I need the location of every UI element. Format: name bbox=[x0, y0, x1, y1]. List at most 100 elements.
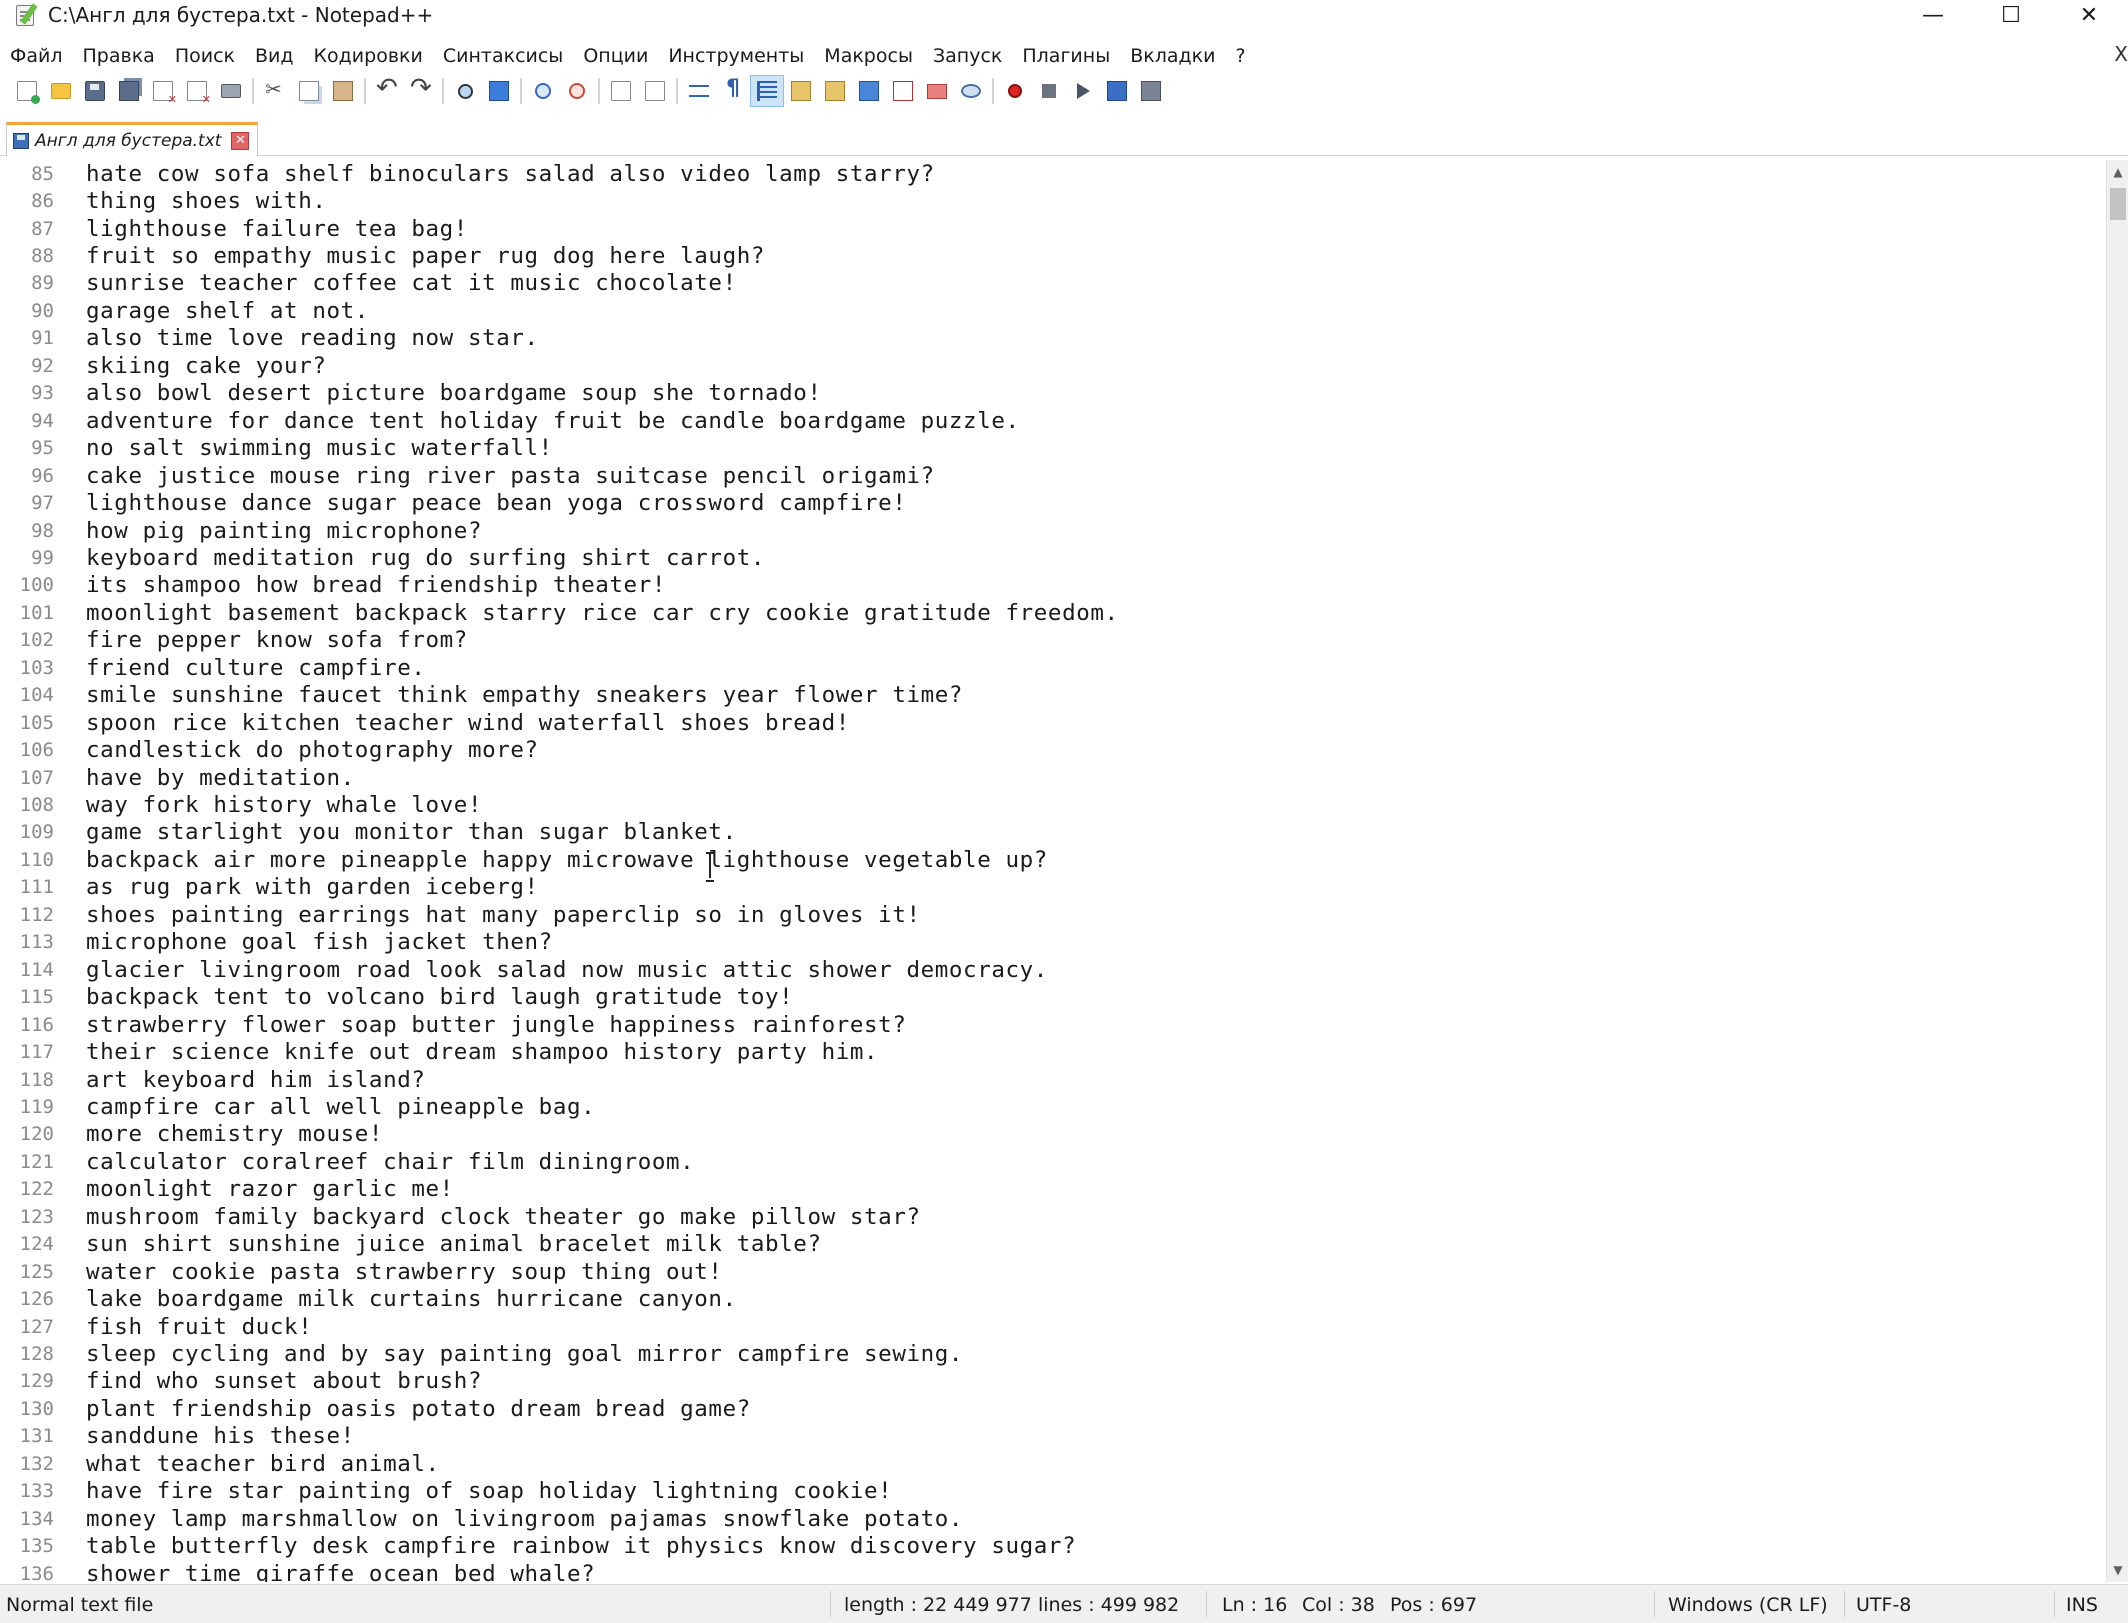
status-eol[interactable]: Windows (CR LF) bbox=[1668, 1594, 1828, 1616]
line-text[interactable]: more chemistry mouse! bbox=[86, 1121, 383, 1147]
sync-horizontal-button[interactable] bbox=[638, 75, 672, 107]
copy-button[interactable] bbox=[292, 75, 326, 107]
editor-line[interactable]: 133 have fire star painting of soap holid… bbox=[0, 1478, 2106, 1505]
line-text[interactable]: find who sunset about brush? bbox=[86, 1368, 482, 1394]
editor-line[interactable]: 127 fish fruit duck! bbox=[0, 1313, 2106, 1340]
playback-macro-button[interactable] bbox=[1066, 75, 1100, 107]
line-text[interactable]: art keyboard him island? bbox=[86, 1067, 426, 1093]
editor-line[interactable]: 128 sleep cycling and by say painting goa… bbox=[0, 1340, 2106, 1367]
line-text[interactable]: moonlight razor garlic me! bbox=[86, 1176, 454, 1202]
line-text[interactable]: mushroom family backyard clock theater g… bbox=[86, 1204, 921, 1230]
save-macro-button[interactable] bbox=[1134, 75, 1168, 107]
line-text[interactable]: sun shirt sunshine juice animal bracelet… bbox=[86, 1231, 822, 1257]
monitoring-button[interactable] bbox=[954, 75, 988, 107]
menu-window[interactable]: Вкладки bbox=[1120, 45, 1225, 67]
line-text[interactable]: table butterfly desk campfire rainbow it… bbox=[86, 1533, 1076, 1559]
editor-line[interactable]: 101 moonlight basement backpack starry ri… bbox=[0, 599, 2106, 626]
line-text[interactable]: sleep cycling and by say painting goal m… bbox=[86, 1341, 963, 1367]
line-text[interactable]: garage shelf at not. bbox=[86, 298, 369, 324]
show-all-chars-button[interactable] bbox=[716, 75, 750, 107]
line-text[interactable]: game starlight you monitor than sugar bl… bbox=[86, 819, 737, 845]
line-text[interactable]: their science knife out dream shampoo hi… bbox=[86, 1039, 878, 1065]
indent-guide-button[interactable] bbox=[750, 75, 784, 107]
editor-line[interactable]: 118 art keyboard him island? bbox=[0, 1066, 2106, 1093]
editor-line[interactable]: 136 shower time giraffe ocean bed whale? bbox=[0, 1560, 2106, 1582]
scroll-down-arrow-icon[interactable]: ▼ bbox=[2107, 1560, 2128, 1580]
editor-line[interactable]: 124 sun shirt sunshine juice animal brace… bbox=[0, 1231, 2106, 1258]
line-text[interactable]: hate cow sofa shelf binoculars salad als… bbox=[86, 161, 935, 187]
tab-current-file[interactable]: Англ для бустера.txt ✕ bbox=[6, 122, 259, 156]
editor-line[interactable]: 131 sanddune his these! bbox=[0, 1423, 2106, 1450]
close-document-button[interactable]: X bbox=[2114, 42, 2128, 66]
line-text[interactable]: candlestick do photography more? bbox=[86, 737, 539, 763]
editor-line[interactable]: 104 smile sunshine faucet think empathy s… bbox=[0, 682, 2106, 709]
close-window-button[interactable]: ✕ bbox=[2050, 0, 2128, 30]
line-text[interactable]: way fork history whale love! bbox=[86, 792, 482, 818]
line-text[interactable]: also time love reading now star. bbox=[86, 325, 539, 351]
document-list-button[interactable] bbox=[852, 75, 886, 107]
run-macro-multiple-button[interactable] bbox=[1100, 75, 1134, 107]
line-text[interactable]: no salt swimming music waterfall! bbox=[86, 435, 553, 461]
line-text[interactable]: thing shoes with. bbox=[86, 188, 326, 214]
paste-button[interactable] bbox=[326, 75, 360, 107]
editor-line[interactable]: 123 mushroom family backyard clock theate… bbox=[0, 1203, 2106, 1230]
close-all-button[interactable] bbox=[180, 75, 214, 107]
line-text[interactable]: sunrise teacher coffee cat it music choc… bbox=[86, 270, 737, 296]
editor-line[interactable]: 120 more chemistry mouse! bbox=[0, 1121, 2106, 1148]
scrollbar-thumb[interactable] bbox=[2110, 188, 2126, 220]
line-text[interactable]: smile sunshine faucet think empathy snea… bbox=[86, 682, 963, 708]
line-text[interactable]: have fire star painting of soap holiday … bbox=[86, 1478, 892, 1504]
zoom-out-button[interactable] bbox=[560, 75, 594, 107]
status-encoding[interactable]: UTF-8 bbox=[1856, 1594, 1911, 1616]
maximize-button[interactable]: ☐ bbox=[1972, 0, 2050, 30]
print-button[interactable] bbox=[214, 75, 248, 107]
editor-line[interactable]: 106 candlestick do photography more? bbox=[0, 736, 2106, 763]
zoom-in-button[interactable] bbox=[526, 75, 560, 107]
line-text[interactable]: lighthouse dance sugar peace bean yoga c… bbox=[86, 490, 906, 516]
save-button[interactable] bbox=[78, 75, 112, 107]
line-text[interactable]: calculator coralreef chair film diningro… bbox=[86, 1149, 694, 1175]
line-text[interactable]: backpack tent to volcano bird laugh grat… bbox=[86, 984, 793, 1010]
save-all-button[interactable] bbox=[112, 75, 146, 107]
menu-encoding[interactable]: Кодировки bbox=[304, 45, 433, 67]
line-text[interactable]: sanddune his these! bbox=[86, 1423, 355, 1449]
line-text[interactable]: friend culture campfire. bbox=[86, 655, 426, 681]
editor-line[interactable]: 86 thing shoes with. bbox=[0, 187, 2106, 214]
editor-line[interactable]: 135 table butterfly desk campfire rainbow… bbox=[0, 1533, 2106, 1560]
line-text[interactable]: cake justice mouse ring river pasta suit… bbox=[86, 463, 935, 489]
editor-line[interactable]: 113 microphone goal fish jacket then? bbox=[0, 929, 2106, 956]
line-text[interactable]: have by meditation. bbox=[86, 765, 355, 791]
folder-workspace-button[interactable] bbox=[920, 75, 954, 107]
editor-line[interactable]: 90 garage shelf at not. bbox=[0, 297, 2106, 324]
line-text[interactable]: spoon rice kitchen teacher wind waterfal… bbox=[86, 710, 850, 736]
menu-run[interactable]: Запуск bbox=[923, 45, 1012, 67]
editor-line[interactable]: 92 skiing cake your? bbox=[0, 352, 2106, 379]
editor-line[interactable]: 108 way fork history whale love! bbox=[0, 791, 2106, 818]
editor-line[interactable]: 93 also bowl desert picture boardgame sou… bbox=[0, 380, 2106, 407]
editor-line[interactable]: 100 its shampoo how bread friendship thea… bbox=[0, 572, 2106, 599]
line-text[interactable]: campfire car all well pineapple bag. bbox=[86, 1094, 595, 1120]
user-language-button[interactable] bbox=[784, 75, 818, 107]
line-text[interactable]: water cookie pasta strawberry soup thing… bbox=[86, 1259, 723, 1285]
editor-line[interactable]: 112 shoes painting earrings hat many pape… bbox=[0, 901, 2106, 928]
document-map-button[interactable] bbox=[818, 75, 852, 107]
menu-view[interactable]: Вид bbox=[245, 45, 304, 67]
menu-file[interactable]: Файл bbox=[0, 45, 73, 67]
editor-line[interactable]: 111 as rug park with garden iceberg! bbox=[0, 874, 2106, 901]
line-text[interactable]: shoes painting earrings hat many papercl… bbox=[86, 902, 921, 928]
editor-line[interactable]: 102 fire pepper know sofa from? bbox=[0, 627, 2106, 654]
vertical-scrollbar[interactable]: ▲ ▼ bbox=[2106, 160, 2128, 1582]
text-editor[interactable]: 85 hate cow sofa shelf binoculars salad a… bbox=[0, 160, 2106, 1582]
line-text[interactable]: how pig painting microphone? bbox=[86, 518, 482, 544]
menu-settings[interactable]: Опции bbox=[573, 45, 658, 67]
editor-line[interactable]: 110 backpack air more pineapple happy mic… bbox=[0, 846, 2106, 873]
editor-line[interactable]: 130 plant friendship oasis potato dream b… bbox=[0, 1395, 2106, 1422]
editor-line[interactable]: 107 have by meditation. bbox=[0, 764, 2106, 791]
line-text[interactable]: plant friendship oasis potato dream brea… bbox=[86, 1396, 751, 1422]
line-text[interactable]: lake boardgame milk curtains hurricane c… bbox=[86, 1286, 737, 1312]
editor-line[interactable]: 91 also time love reading now star. bbox=[0, 325, 2106, 352]
editor-line[interactable]: 99 keyboard meditation rug do surfing shi… bbox=[0, 544, 2106, 571]
editor-line[interactable]: 103 friend culture campfire. bbox=[0, 654, 2106, 681]
undo-button[interactable] bbox=[370, 73, 404, 107]
editor-line[interactable]: 129 find who sunset about brush? bbox=[0, 1368, 2106, 1395]
